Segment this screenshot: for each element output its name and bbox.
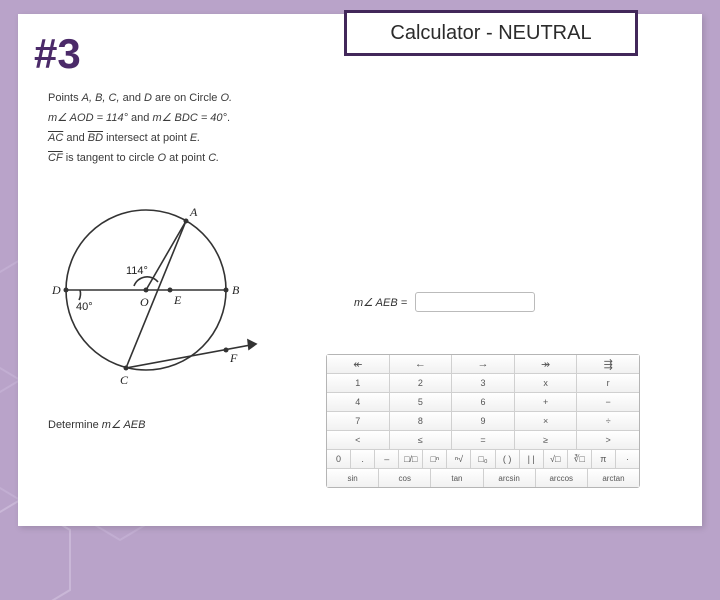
key-cbrt[interactable]: ∛□ [568, 450, 592, 468]
key-pow[interactable]: □ⁿ [423, 450, 447, 468]
problem-text: Points A, B, C, and D are on Circle O. m… [48, 88, 232, 168]
key-7[interactable]: 7 [327, 412, 390, 430]
t: m∠ AOD = 114° [48, 112, 128, 124]
t: . [227, 112, 230, 124]
problem-number: #3 [34, 30, 81, 78]
key-more[interactable]: ⇶ [577, 355, 639, 373]
key-pi[interactable]: π [592, 450, 616, 468]
key-le[interactable]: ≤ [390, 431, 453, 449]
t: m∠ AEB [102, 419, 146, 431]
answer-label: m∠ AEB = [354, 296, 407, 309]
t: at point [169, 152, 208, 164]
key-9[interactable]: 9 [452, 412, 515, 430]
keypad-row-arrows: ↞ ← → ↠ ⇶ [327, 355, 639, 374]
key-last[interactable]: ↠ [515, 355, 578, 373]
label-O: O [140, 295, 149, 309]
key-neg[interactable]: – [375, 450, 399, 468]
label-40: 40° [76, 301, 93, 313]
key-8[interactable]: 8 [390, 412, 453, 430]
key-ge[interactable]: ≥ [515, 431, 578, 449]
key-minus[interactable]: − [577, 393, 639, 411]
label-A: A [189, 205, 198, 219]
key-gt[interactable]: > [577, 431, 639, 449]
key-arccos[interactable]: arccos [536, 469, 588, 487]
key-1[interactable]: 1 [327, 374, 390, 392]
label-E: E [173, 293, 182, 307]
key-x[interactable]: x [515, 374, 578, 392]
t: and [63, 132, 87, 144]
t: are on Circle [155, 92, 220, 104]
keypad-row-2: 4 5 6 + − [327, 393, 639, 412]
keypad-row-trig: sin cos tan arcsin arccos arctan [327, 469, 639, 487]
key-3[interactable]: 3 [452, 374, 515, 392]
key-div[interactable]: ÷ [577, 412, 639, 430]
key-4[interactable]: 4 [327, 393, 390, 411]
key-dot[interactable]: . [351, 450, 375, 468]
t: A, B, C, [82, 92, 123, 104]
keypad-row-5: 0 . – □/□ □ⁿ ⁿ√ □₀ ( ) | | √□ ∛□ π · [327, 450, 639, 469]
keypad-row-4: < ≤ = ≥ > [327, 431, 639, 450]
key-cos[interactable]: cos [379, 469, 431, 487]
slide-card: Calculator - NEUTRAL #3 Points A, B, C, … [18, 14, 702, 526]
label-C: C [120, 373, 129, 387]
circle-diagram: A B C D E F O 114° 40° [46, 190, 286, 415]
key-nroot[interactable]: ⁿ√ [447, 450, 471, 468]
key-paren[interactable]: ( ) [496, 450, 520, 468]
t: is tangent to circle [63, 152, 158, 164]
t: D [144, 92, 155, 104]
label-F: F [229, 351, 238, 365]
t: Determine [48, 419, 102, 431]
label-B: B [232, 283, 240, 297]
equation-editor: ↞ ← → ↠ ⇶ 1 2 3 x r 4 5 6 + − 7 8 9 × ÷ [326, 354, 640, 488]
banner-text: Calculator - NEUTRAL [390, 22, 591, 45]
t: E. [190, 132, 200, 144]
key-cdot[interactable]: · [616, 450, 639, 468]
t: C. [208, 152, 219, 164]
key-arcsin[interactable]: arcsin [484, 469, 536, 487]
t: O [157, 152, 169, 164]
t: AC [48, 132, 63, 144]
key-eq[interactable]: = [452, 431, 515, 449]
key-sub[interactable]: □₀ [471, 450, 495, 468]
keypad-row-1: 1 2 3 x r [327, 374, 639, 393]
key-abs[interactable]: | | [520, 450, 544, 468]
key-arctan[interactable]: arctan [588, 469, 639, 487]
key-5[interactable]: 5 [390, 393, 453, 411]
key-first[interactable]: ↞ [327, 355, 390, 373]
t: m∠ BDC = 40° [152, 112, 226, 124]
t: Points [48, 92, 82, 104]
t: and [128, 112, 152, 124]
label-D: D [51, 283, 61, 297]
key-0[interactable]: 0 [327, 450, 351, 468]
key-right[interactable]: → [452, 355, 515, 373]
label-114: 114° [126, 265, 148, 277]
t: intersect at point [103, 132, 190, 144]
t: O. [220, 92, 232, 104]
key-plus[interactable]: + [515, 393, 578, 411]
t: BD [88, 132, 103, 144]
key-sin[interactable]: sin [327, 469, 379, 487]
answer-row: m∠ AEB = [354, 292, 535, 312]
key-tan[interactable]: tan [431, 469, 483, 487]
key-2[interactable]: 2 [390, 374, 453, 392]
t: CF [48, 152, 63, 164]
determine-prompt: Determine m∠ AEB [48, 418, 145, 431]
t: and [123, 92, 144, 104]
key-r[interactable]: r [577, 374, 639, 392]
key-6[interactable]: 6 [452, 393, 515, 411]
answer-input[interactable] [415, 292, 535, 312]
key-lt[interactable]: < [327, 431, 390, 449]
calculator-banner: Calculator - NEUTRAL [344, 10, 638, 56]
keypad-row-3: 7 8 9 × ÷ [327, 412, 639, 431]
key-left[interactable]: ← [390, 355, 453, 373]
key-mul[interactable]: × [515, 412, 578, 430]
key-frac[interactable]: □/□ [399, 450, 423, 468]
key-sqrt[interactable]: √□ [544, 450, 568, 468]
